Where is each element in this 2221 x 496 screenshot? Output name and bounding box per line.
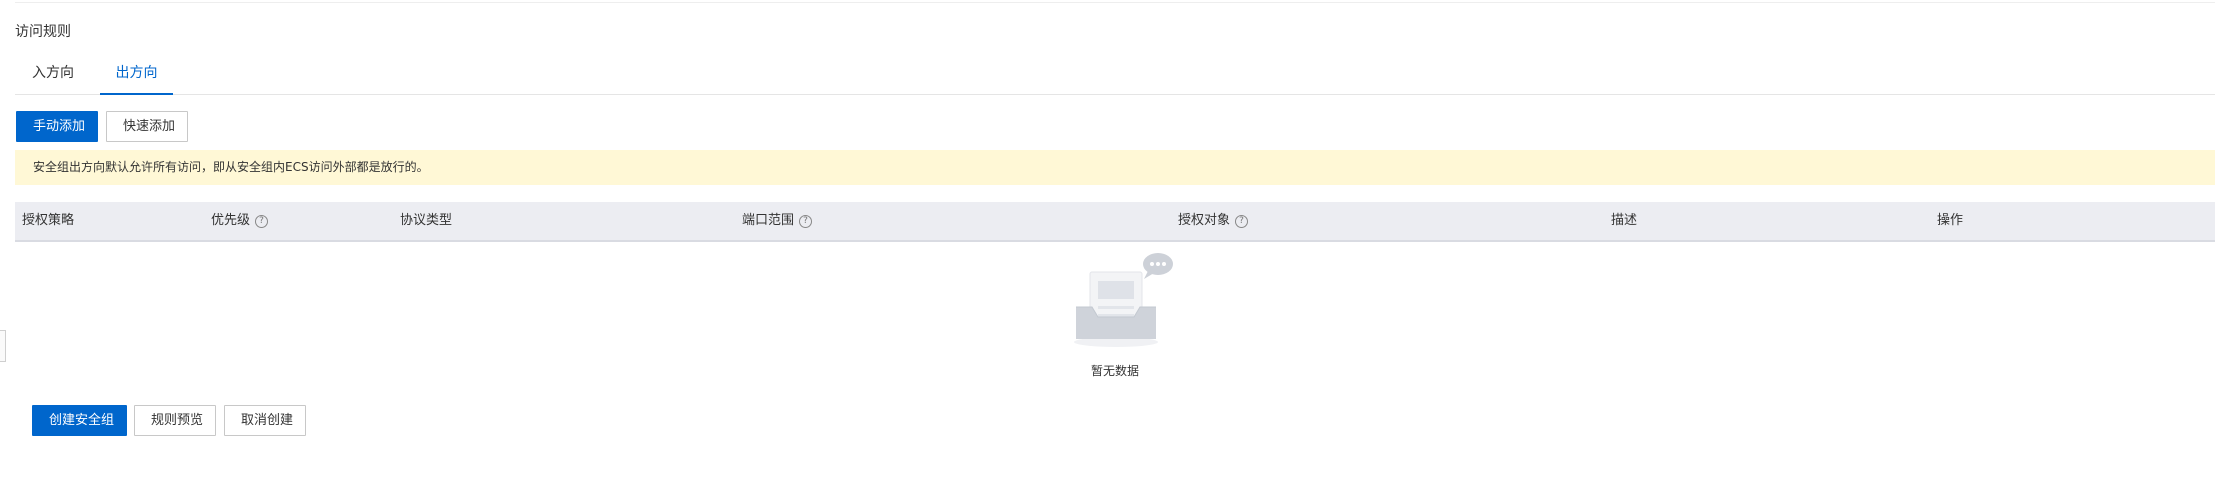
create-security-group-button[interactable]: 创建安全组 <box>32 405 127 436</box>
column-actions: 操作 <box>1937 213 1964 228</box>
column-description: 描述 <box>1611 213 1638 228</box>
help-icon[interactable]: ? <box>799 215 813 228</box>
column-priority: 优先级? <box>211 202 269 240</box>
quick-add-button[interactable]: 快速添加 <box>106 111 188 142</box>
rule-preview-button[interactable]: 规则预览 <box>134 405 216 436</box>
outbound-notice: 安全组出方向默认允许所有访问，即从安全组内ECS访问外部都是放行的。 <box>15 150 2215 185</box>
cancel-create-button[interactable]: 取消创建 <box>224 405 306 436</box>
direction-tabs: 入方向 出方向 <box>15 52 2215 95</box>
notice-text: 安全组出方向默认允许所有访问，即从安全组内ECS访问外部都是放行的。 <box>33 160 429 174</box>
tab-outbound[interactable]: 出方向 <box>100 62 173 95</box>
empty-inbox-icon <box>1074 253 1173 347</box>
column-auth-object: 授权对象? <box>1178 202 1249 240</box>
tab-inbound[interactable]: 入方向 <box>32 62 74 93</box>
top-divider <box>15 2 2215 3</box>
empty-state-text: 暂无数据 <box>1090 364 1139 378</box>
help-icon[interactable]: ? <box>255 215 269 228</box>
column-port-range: 端口范围? <box>742 202 813 240</box>
column-auth-policy: 授权策略 <box>22 213 75 228</box>
collapse-handle[interactable] <box>0 330 6 362</box>
help-icon[interactable]: ? <box>1235 215 1249 228</box>
rules-table-header: 授权策略 优先级? 协议类型 端口范围? 授权对象? 描述 操作 <box>15 202 2215 242</box>
column-protocol-type: 协议类型 <box>400 213 453 228</box>
manual-add-button[interactable]: 手动添加 <box>16 111 98 142</box>
section-title: 访问规则 <box>15 24 71 40</box>
